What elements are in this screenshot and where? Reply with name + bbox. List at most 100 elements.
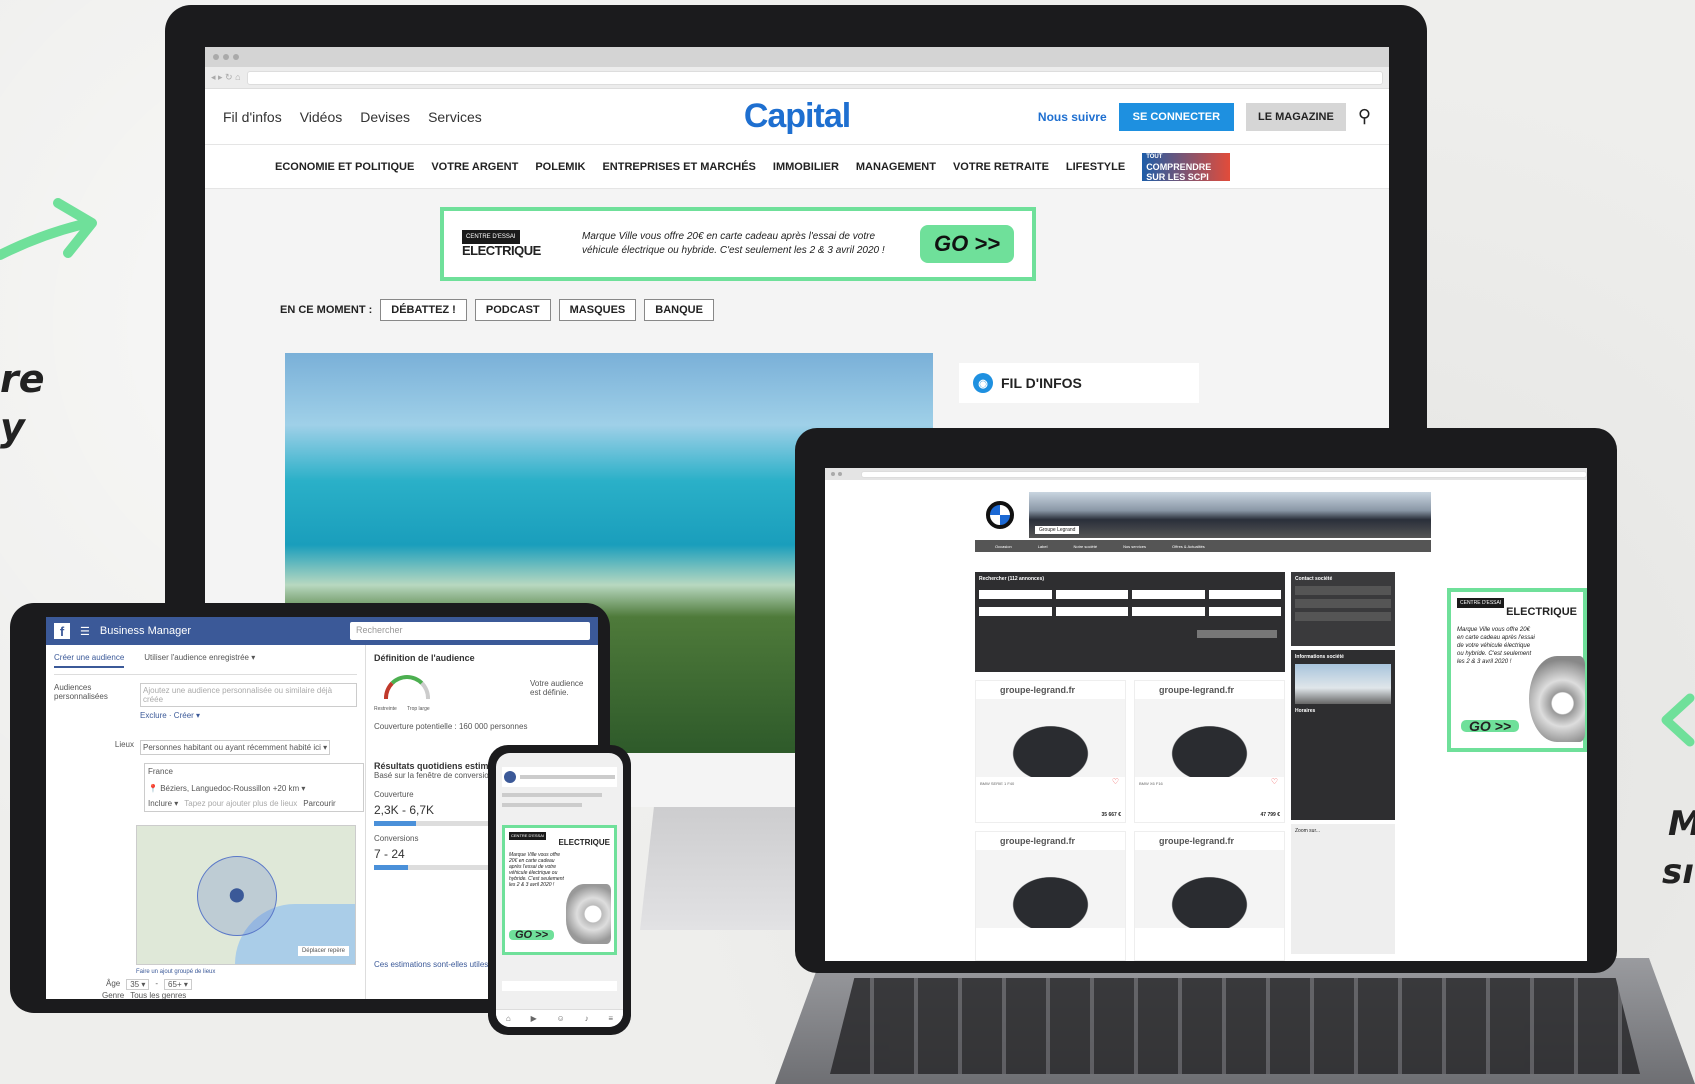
window-close-icon[interactable] xyxy=(213,54,219,60)
tag-debattez[interactable]: DÉBATTEZ ! xyxy=(380,299,467,321)
move-pin-button[interactable]: Déplacer repère xyxy=(297,946,349,956)
age-to-select[interactable]: 65+ ▾ xyxy=(164,979,192,990)
gender-value[interactable]: Tous les genres xyxy=(130,991,186,999)
vehicle-search-title: Rechercher (112 annonces) xyxy=(979,576,1045,582)
browser-titlebar xyxy=(205,47,1389,67)
radius-select[interactable]: +20 km ▾ xyxy=(273,784,306,793)
back-forward-icon[interactable]: ◂ ▸ ↻ ⌂ xyxy=(211,72,241,83)
mobile-ad[interactable]: CENTRE D'ESSAI ELECTRIQUE Marque Ville v… xyxy=(502,825,617,955)
window-minimize-icon[interactable] xyxy=(223,54,229,60)
search-icon[interactable]: ⚲ xyxy=(1358,106,1371,127)
age-from-select[interactable]: 35 ▾ xyxy=(126,979,150,990)
tab-create-audience[interactable]: Créer une audience xyxy=(54,653,125,668)
filter-select[interactable] xyxy=(979,607,1052,616)
home-tab-icon[interactable]: ⌂ xyxy=(506,1014,511,1023)
nav-retraite[interactable]: VOTRE RETRAITE xyxy=(953,161,1049,173)
vehicle-model: BMW SERIE 1 F40 xyxy=(980,781,1015,786)
contact-button[interactable] xyxy=(1295,586,1391,595)
link-fil-infos[interactable]: Fil d'infos xyxy=(223,109,282,125)
browse-link[interactable]: Parcourir xyxy=(303,799,335,808)
tag-masques[interactable]: MASQUES xyxy=(558,299,637,321)
filter-select[interactable] xyxy=(1132,590,1205,599)
window-maximize-icon[interactable] xyxy=(233,54,239,60)
link-services[interactable]: Services xyxy=(428,109,482,125)
filter-select[interactable] xyxy=(1208,607,1281,616)
vehicle-card[interactable]: groupe-legrand.fr xyxy=(975,831,1126,961)
fb-search-input[interactable]: Rechercher xyxy=(350,622,590,640)
filter-select[interactable] xyxy=(1055,607,1128,616)
capital-logo[interactable]: Capital xyxy=(744,97,851,136)
menu-tab-icon[interactable]: ≡ xyxy=(608,1014,613,1023)
mobile-tab-bar: ⌂ ▶ ☺ ♪ ≡ xyxy=(496,1009,623,1027)
nav-lifestyle[interactable]: LIFESTYLE xyxy=(1066,161,1125,173)
notifications-tab-icon[interactable]: ♪ xyxy=(585,1014,589,1023)
magazine-button[interactable]: LE MAGAZINE xyxy=(1246,102,1346,131)
follow-link[interactable]: Nous suivre xyxy=(1038,110,1107,124)
vehicle-card[interactable]: groupe-legrand.fr xyxy=(1134,831,1285,961)
laptop-keyboard xyxy=(830,978,1640,1074)
tag-podcast[interactable]: PODCAST xyxy=(474,299,551,321)
add-place-input[interactable]: Tapez pour ajouter plus de lieux xyxy=(184,799,297,808)
reach-bar xyxy=(374,821,494,826)
link-devises[interactable]: Devises xyxy=(360,109,410,125)
sidebar-ad[interactable]: CENTRE D'ESSAI ELECTRIQUE Marque Ville v… xyxy=(1447,588,1587,752)
vehicle-card[interactable]: groupe-legrand.fr BMW X6 F16 47 799 € ♡ xyxy=(1134,680,1285,823)
filter-select[interactable] xyxy=(1055,590,1128,599)
dealer-nav-occasion[interactable]: Occasion xyxy=(995,544,1012,549)
contact-button[interactable] xyxy=(1295,599,1391,608)
watch-tab-icon[interactable]: ▶ xyxy=(531,1014,537,1023)
sidebar-ad-go-button[interactable]: GO >> xyxy=(1461,719,1520,733)
audience-tabs: Créer une audience Utiliser l'audience e… xyxy=(54,653,357,675)
sidebar-ad-brand: ELECTRIQUE xyxy=(1506,606,1577,618)
dealer-nav-label[interactable]: Label xyxy=(1038,544,1048,549)
dealer-nav-offres[interactable]: Offres & Actualités xyxy=(1172,544,1205,549)
nav-entreprises[interactable]: ENTREPRISES ET MARCHÉS xyxy=(602,161,755,173)
link-videos[interactable]: Vidéos xyxy=(300,109,343,125)
scpi-promo[interactable]: TOUT COMPRENDRE SUR LES SCPI xyxy=(1142,152,1231,182)
exclude-link[interactable]: Exclure xyxy=(140,711,167,720)
location-map[interactable]: ⬤ Déplacer repère xyxy=(136,825,356,965)
favorite-heart-icon[interactable]: ♡ xyxy=(1112,777,1119,786)
nav-immobilier[interactable]: IMMOBILIER xyxy=(773,161,839,173)
include-row: Inclure ▾ Tapez pour ajouter plus de lie… xyxy=(148,799,360,808)
bmw-dealer-website: Groupe Legrand Occasion Label Notre soci… xyxy=(825,468,1587,961)
laptop-window-dot-icon[interactable] xyxy=(838,472,842,476)
filter-select[interactable] xyxy=(1208,590,1281,599)
bulk-add-link[interactable]: Faire un ajout groupé de lieux xyxy=(136,969,215,975)
filter-select[interactable] xyxy=(979,590,1052,599)
dealer-nav-societe[interactable]: Notre société xyxy=(1073,544,1097,549)
connect-button[interactable]: SE CONNECTER xyxy=(1118,102,1235,131)
tag-banque[interactable]: BANQUE xyxy=(644,299,714,321)
laptop-address-bar[interactable] xyxy=(861,470,1587,478)
bmw-logo-icon[interactable] xyxy=(975,492,1025,538)
vehicle-card[interactable]: groupe-legrand.fr BMW SERIE 1 F40 35 667… xyxy=(975,680,1126,823)
locations-select[interactable]: Personnes habitant ou ayant récemment ha… xyxy=(140,740,331,755)
dealer-nav-services[interactable]: Nos services xyxy=(1123,544,1146,549)
mobile-ad-go-button[interactable]: GO >> xyxy=(509,930,555,941)
favorite-heart-icon[interactable]: ♡ xyxy=(1271,777,1278,786)
search-submit-button[interactable] xyxy=(1197,630,1277,638)
custom-audience-input[interactable]: Ajoutez une audience personnalisée ou si… xyxy=(140,683,357,707)
nav-polemik[interactable]: POLEMIK xyxy=(535,161,585,173)
groups-tab-icon[interactable]: ☺ xyxy=(557,1014,565,1023)
address-bar[interactable] xyxy=(246,70,1383,85)
dealer-nav: Occasion Label Notre société Nos service… xyxy=(975,540,1431,552)
nav-economie[interactable]: ECONOMIE ET POLITIQUE xyxy=(275,161,414,173)
laptop-window-dot-icon[interactable] xyxy=(831,472,835,476)
facebook-logo-icon[interactable]: f xyxy=(54,623,70,639)
include-select[interactable]: Inclure ▾ xyxy=(148,799,178,808)
nav-argent[interactable]: VOTRE ARGENT xyxy=(431,161,518,173)
page-avatar[interactable] xyxy=(504,771,516,783)
post-meta-placeholder xyxy=(520,775,615,779)
nav-management[interactable]: MANAGEMENT xyxy=(856,161,936,173)
filter-select[interactable] xyxy=(1132,607,1205,616)
menu-icon[interactable]: ☰ xyxy=(80,625,90,638)
locations-row: Lieux Personnes habitant ou ayant récemm… xyxy=(54,740,357,755)
ad-go-button[interactable]: GO >> xyxy=(919,225,1014,263)
ad-banner[interactable]: CENTRE D'ESSAI ELECTRIQUE Marque Ville v… xyxy=(440,207,1036,281)
capital-top-links: Fil d'infos Vidéos Devises Services xyxy=(223,109,482,125)
contact-button[interactable] xyxy=(1295,612,1391,621)
tab-saved-audience[interactable]: Utiliser l'audience enregistrée ▾ xyxy=(144,653,255,668)
create-link[interactable]: Créer ▾ xyxy=(174,711,200,720)
vehicle-card-site: groupe-legrand.fr xyxy=(1159,836,1235,846)
